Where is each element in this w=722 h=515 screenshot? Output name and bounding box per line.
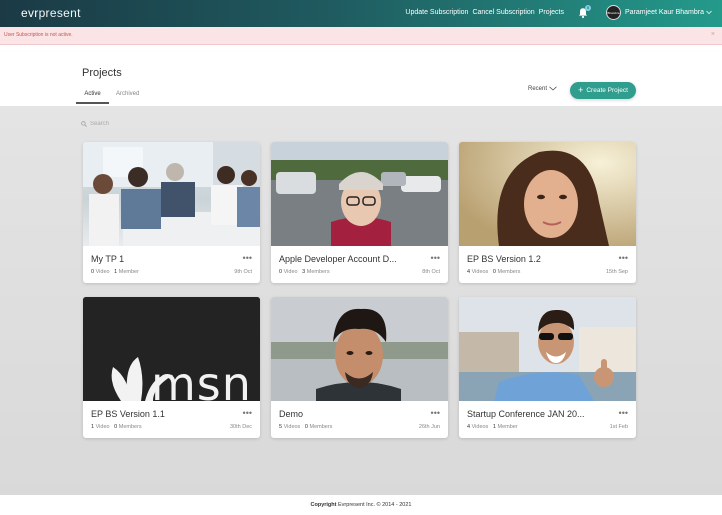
project-date: 9th Oct: [234, 269, 252, 275]
project-stats: 1 Video 0 Members: [91, 424, 142, 430]
tab-archived[interactable]: Archived: [116, 91, 139, 97]
notification-badge: 0: [585, 5, 591, 11]
project-stats: 0 Video 3 Members: [279, 269, 330, 275]
logo-bold: evr: [21, 6, 39, 20]
avatar-text: Bhambra: [607, 10, 620, 15]
project-date: 30th Dec: [229, 424, 252, 430]
project-thumbnail: [459, 142, 636, 246]
copyright-label: Copyright: [310, 502, 337, 508]
project-title: Demo: [279, 409, 304, 419]
more-options-icon[interactable]: •••: [243, 253, 252, 263]
project-card[interactable]: Startup Conference JAN 20... ••• 4 Video…: [459, 297, 636, 438]
copyright-text: Evrpresent Inc. © 2014 - 2021: [338, 502, 412, 508]
alert-message: User Subscription is not active.: [4, 32, 73, 38]
nav-links: Update Subscription Cancel Subscription …: [405, 9, 564, 16]
project-stats: 4 Videos 0 Members: [467, 269, 521, 275]
project-card[interactable]: My TP 1 ••• 0 Video 1 Member 9th Oct: [83, 142, 260, 283]
project-date: 15th Sep: [605, 269, 628, 275]
project-thumbnail: [83, 142, 260, 246]
project-card[interactable]: msn EP BS Version 1.1 ••• 1 Video 0 Memb…: [83, 297, 260, 438]
project-date: 8th Oct: [422, 269, 440, 275]
project-thumbnail: [459, 297, 636, 401]
more-options-icon[interactable]: •••: [431, 253, 440, 263]
nav-cancel-subscription[interactable]: Cancel Subscription: [472, 9, 534, 16]
project-title: My TP 1: [91, 254, 125, 264]
project-title: EP BS Version 1.2: [467, 254, 541, 264]
project-title: Startup Conference JAN 20...: [467, 409, 585, 419]
project-title: EP BS Version 1.1: [91, 409, 165, 419]
project-thumbnail: msn: [83, 297, 260, 401]
nav-update-subscription[interactable]: Update Subscription: [405, 9, 468, 16]
app-logo[interactable]: evrpresent: [21, 6, 81, 20]
project-date: 1st Feb: [609, 424, 628, 430]
create-project-button[interactable]: + Create Project: [570, 82, 636, 99]
project-card[interactable]: Apple Developer Account D... ••• 0 Video…: [271, 142, 448, 283]
sort-dropdown[interactable]: Recent: [528, 86, 557, 92]
project-thumbnail: [271, 297, 448, 401]
chevron-down-icon: [706, 10, 712, 14]
search-bar: [81, 121, 190, 127]
avatar[interactable]: Bhambra: [606, 5, 621, 20]
search-icon: [81, 121, 87, 127]
create-project-label: Create Project: [586, 87, 628, 94]
sort-label: Recent: [528, 86, 548, 93]
project-card[interactable]: EP BS Version 1.2 ••• 4 Videos 0 Members…: [459, 142, 636, 283]
plus-icon: +: [578, 85, 584, 95]
subscription-alert: User Subscription is not active. ×: [0, 27, 722, 45]
project-date: 26th Jun: [418, 424, 440, 430]
close-icon[interactable]: ×: [711, 31, 715, 38]
logo-thin: present: [38, 6, 81, 20]
projects-main: My TP 1 ••• 0 Video 1 Member 9th Oct App…: [0, 106, 722, 495]
search-input[interactable]: [90, 121, 190, 127]
project-card[interactable]: Demo ••• 5 Videos 0 Members 26th Jun: [271, 297, 448, 438]
user-menu[interactable]: Paramjeet Kaur Bhambra: [625, 9, 712, 16]
more-options-icon[interactable]: •••: [243, 408, 252, 418]
nav-projects[interactable]: Projects: [539, 9, 564, 16]
chevron-down-icon: [548, 86, 557, 91]
project-stats: 5 Videos 0 Members: [279, 424, 333, 430]
tab-active[interactable]: Active: [76, 91, 109, 104]
project-stats: 0 Video 1 Member: [91, 269, 139, 275]
project-stats: 4 Videos 1 Member: [467, 424, 518, 430]
page-title: Projects: [82, 67, 122, 79]
more-options-icon[interactable]: •••: [619, 253, 628, 263]
user-name: Paramjeet Kaur Bhambra: [625, 9, 704, 16]
more-options-icon[interactable]: •••: [431, 408, 440, 418]
footer: Copyright Evrpresent Inc. © 2014 - 2021: [0, 495, 722, 515]
top-navbar: evrpresent Update Subscription Cancel Su…: [0, 0, 722, 27]
project-thumbnail: [271, 142, 448, 246]
project-title: Apple Developer Account D...: [279, 254, 397, 264]
more-options-icon[interactable]: •••: [619, 408, 628, 418]
projects-header: Projects Active Archived Recent + Create…: [0, 52, 722, 106]
msn-logo-text: msn: [151, 357, 252, 401]
